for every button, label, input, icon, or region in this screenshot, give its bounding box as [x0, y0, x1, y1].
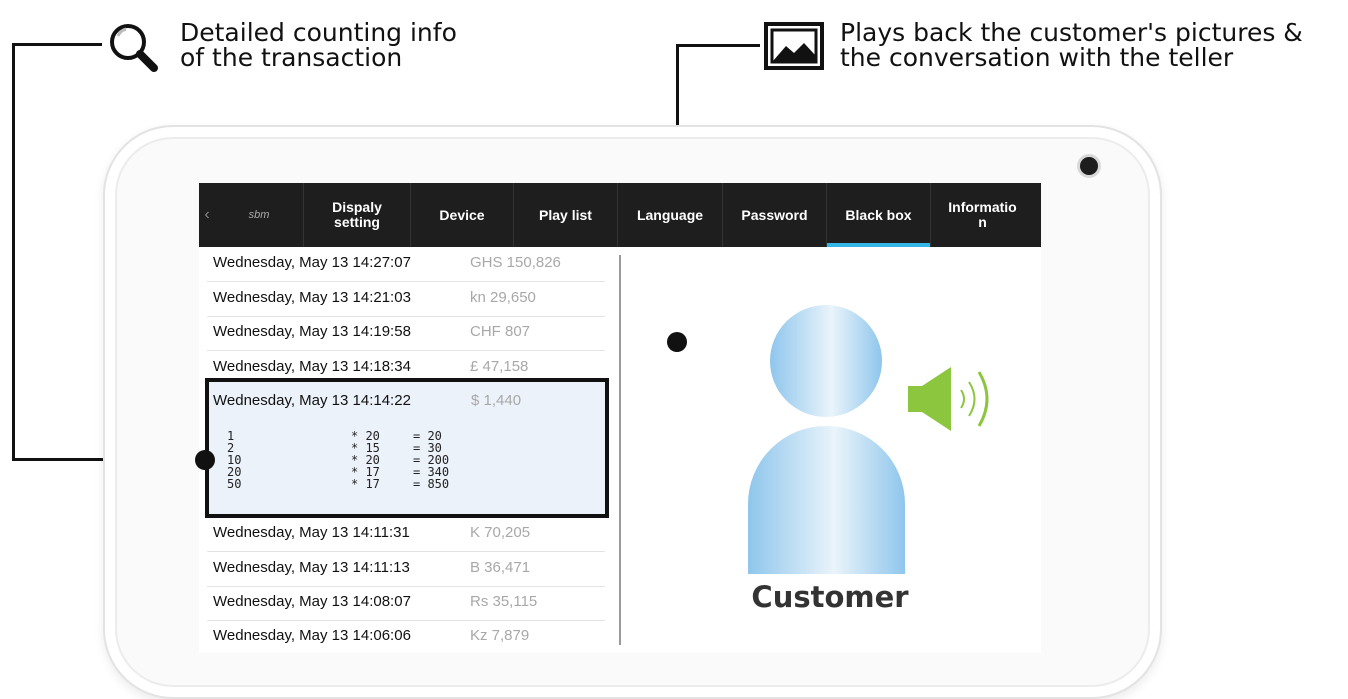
transaction-row[interactable]: Wednesday, May 13 14:19:58 CHF 807: [207, 316, 605, 351]
transaction-amount: GHS 150,826: [470, 254, 561, 271]
denomination: 50: [227, 477, 242, 491]
top-navbar: ‹ sbm Dispaly setting Device Play list L…: [199, 183, 1041, 247]
tab-information[interactable]: Informatio n: [930, 183, 1034, 247]
magnifier-icon: [110, 24, 158, 72]
transaction-amount: Rs 35,115: [470, 593, 538, 610]
transaction-datetime: Wednesday, May 13 14:11:13: [213, 559, 410, 576]
customer-head-icon: [770, 305, 882, 417]
transaction-datetime: Wednesday, May 13 14:27:07: [213, 254, 411, 271]
camera-dot: [1080, 157, 1098, 175]
transaction-row[interactable]: Wednesday, May 13 14:27:07 GHS 150,826: [207, 247, 605, 282]
tab-password[interactable]: Password: [722, 183, 826, 247]
right-callout-dot: [667, 332, 687, 352]
transaction-datetime: Wednesday, May 13 14:19:58: [213, 323, 411, 340]
picture-icon: [764, 22, 824, 70]
app-logo: sbm: [248, 209, 270, 221]
callout-detailed-counting-info: Detailed counting info of the transactio…: [180, 18, 457, 72]
tab-device[interactable]: Device: [410, 183, 513, 247]
callout-playback-info: Plays back the customer's pictures & the…: [840, 18, 1303, 72]
tab-black-box[interactable]: Black box: [826, 183, 930, 247]
back-chevron-icon[interactable]: ‹: [199, 183, 215, 247]
left-callout-line-v: [12, 43, 15, 461]
detail-amount: $ 1,440: [471, 392, 522, 409]
tab-display-setting[interactable]: Dispaly setting: [303, 183, 410, 247]
transaction-amount: kn 29,650: [470, 289, 536, 306]
transaction-detail-expanded[interactable]: Wednesday, May 13 14:14:22 $ 1,440 1 * 20…: [205, 378, 609, 518]
transaction-datetime: Wednesday, May 13 14:06:06: [213, 627, 411, 644]
right-callout-line-h: [676, 44, 760, 47]
left-callout-line-h-top: [12, 43, 102, 46]
transaction-amount: B 36,471: [470, 559, 531, 576]
tab-play-list[interactable]: Play list: [513, 183, 617, 247]
customer-label: Customer: [751, 580, 909, 614]
transaction-row[interactable]: Wednesday, May 13 14:11:13 B 36,471: [207, 552, 605, 587]
detail-datetime: Wednesday, May 13 14:14:22: [213, 392, 411, 409]
transaction-datetime: Wednesday, May 13 14:11:31: [213, 524, 410, 541]
speaker-icon[interactable]: [905, 364, 1005, 434]
transaction-amount: £ 47,158: [470, 358, 529, 375]
left-callout-dot: [195, 450, 215, 470]
customer-body-icon: [748, 426, 905, 574]
transaction-amount: K 70,205: [470, 524, 531, 541]
transaction-amount: CHF 807: [470, 323, 531, 340]
transaction-amount: Kz 7,879: [470, 627, 530, 644]
note-count: * 17: [351, 477, 380, 491]
subtotal: = 850: [413, 477, 450, 491]
pane-divider: [619, 255, 621, 645]
transaction-row[interactable]: Wednesday, May 13 14:06:06 Kz 7,879: [207, 620, 605, 653]
transaction-datetime: Wednesday, May 13 14:21:03: [213, 289, 411, 306]
transaction-row[interactable]: Wednesday, May 13 14:21:03 kn 29,650: [207, 282, 605, 317]
tab-language[interactable]: Language: [617, 183, 722, 247]
transaction-row[interactable]: Wednesday, May 13 14:11:31 K 70,205: [207, 517, 605, 552]
transaction-datetime: Wednesday, May 13 14:18:34: [213, 358, 411, 375]
transaction-row[interactable]: Wednesday, May 13 14:08:07 Rs 35,115: [207, 586, 605, 621]
transaction-datetime: Wednesday, May 13 14:08:07: [213, 593, 411, 610]
